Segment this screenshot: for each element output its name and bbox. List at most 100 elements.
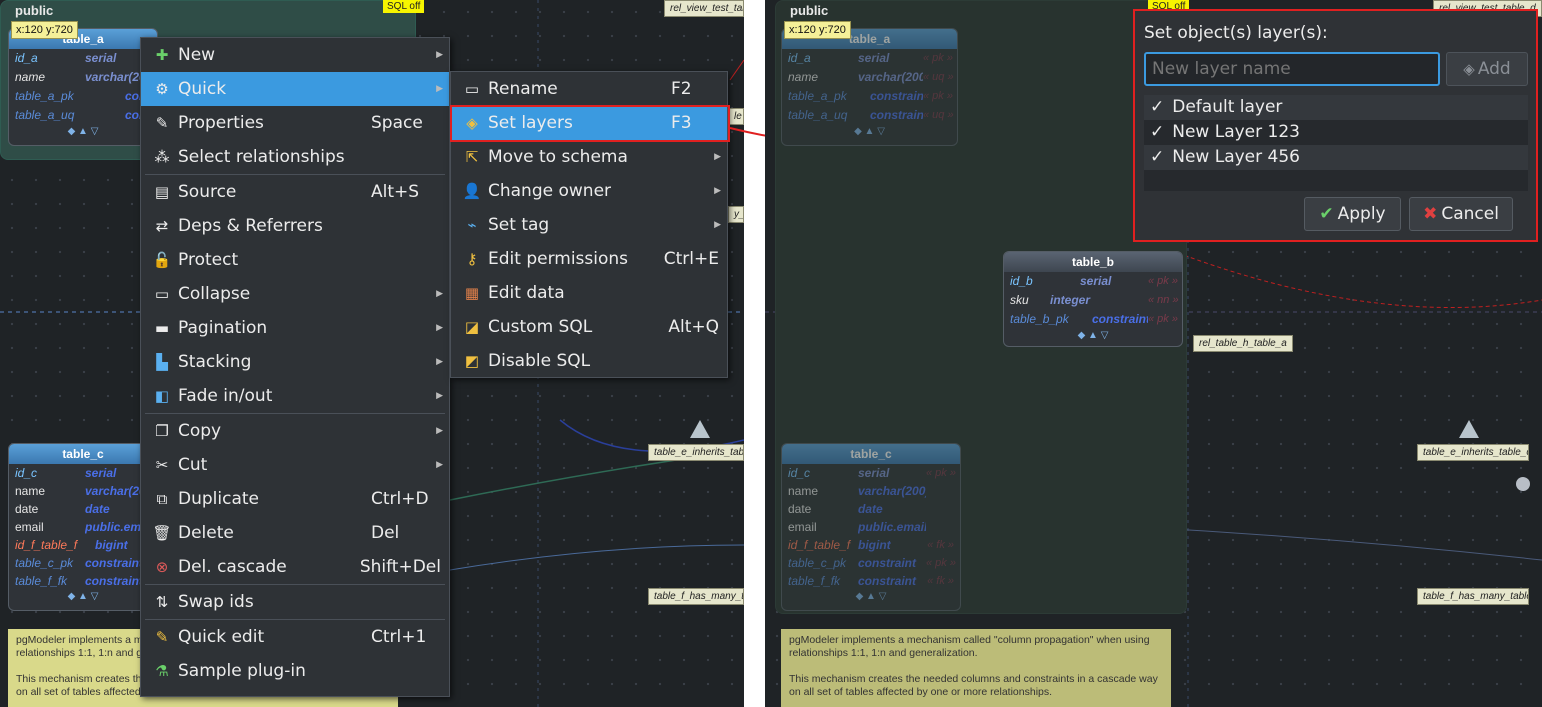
table-row: id_b serial « pk » [1010,274,1178,288]
table-b-header: table_b [1004,252,1182,272]
table-row: sku integer « nn » [1010,293,1179,307]
rel-table-h-table-a-label[interactable]: rel_table_h_table_a [1193,335,1293,352]
table-c-header: table_c [782,444,960,464]
table-row: date date [788,502,883,516]
menu-item-properties[interactable]: ✎ Properties Space [141,106,449,140]
table-row: id_a serial [15,51,117,65]
plugin-icon: ⚗ [155,662,169,680]
table-c-header: table_c [9,444,157,464]
duplicate-icon: ⧉ [156,490,168,508]
menu-item-del-cascade[interactable]: ⊗ Del. cascade Shift+Del [141,550,449,584]
menu-item-disable-sql[interactable]: ◩ Disable SQL [451,344,727,378]
cancel-button[interactable]: ✖ Cancel [1409,197,1513,231]
table-a-box[interactable]: table_a id_a serial « pk » name varchar(200… [781,28,958,146]
table-c-pagination-controls[interactable]: ◆ ▲ ▽ [9,590,157,606]
table-row: table_a_pk constraint « pk » [788,89,953,103]
menu-item-sample-plugin[interactable]: ⚗ Sample plug-in [141,654,449,688]
checkbox-checked-icon[interactable]: ✓ [1150,145,1164,170]
select-relationships-icon: ⁂ [154,148,170,166]
rel-view-test-table-label[interactable]: rel_view_test_table_d [664,0,744,17]
table-row: table_a_pkconstraint [15,89,157,103]
menu-item-source[interactable]: ▤ Source Alt+S [141,175,449,209]
inheritance-arrow-icon [1459,420,1479,438]
table-a-pagination-controls[interactable]: ◆ ▲ ▽ [782,125,957,141]
disable-sql-icon: ◩ [464,352,480,370]
menu-item-custom-sql[interactable]: ◪ Custom SQL Alt+Q [451,310,727,344]
layer-item-default[interactable]: ✓ Default layer [1144,95,1528,120]
menu-item-fade[interactable]: ◧ Fade in/out ▶ [141,379,449,413]
textbox-note[interactable]: pgModeler implements a mechanism called … [781,629,1171,707]
checkbox-checked-icon[interactable]: ✓ [1150,120,1164,145]
table-row: email public.email [15,520,155,534]
menu-item-quick[interactable]: ⚙ Quick ▶ [141,72,449,106]
table-row: name varchar(200) [15,484,157,498]
layers-list: ✓ Default layer ✓ New Layer 123 ✓ New Layer… [1144,95,1528,191]
checkbox-checked-icon[interactable]: ✓ [1150,95,1164,120]
set-layers-highlight-box [450,105,730,142]
table-f-has-many-label[interactable]: table_f_has_many_table_c [648,588,744,605]
menu-item-collapse[interactable]: ▭ Collapse ▶ [141,277,449,311]
apply-button[interactable]: ✔ Apply [1304,197,1401,231]
table-row: id_a serial « pk » [788,51,953,65]
submenu-arrow-icon: ▶ [436,84,443,94]
source-icon: ▤ [154,183,170,201]
add-layer-button[interactable]: ◈ Add [1446,52,1528,86]
table-f-has-many-label[interactable]: table_f_has_many_table_c [1417,588,1529,605]
right-canvas-panel[interactable]: public SQL off rel_view_test_table_d tab… [765,0,1542,707]
menu-item-copy[interactable]: ❐ Copy ▶ [141,414,449,448]
menu-item-deps-referrers[interactable]: ⇄ Deps & Referrers [141,209,449,243]
table-b-pagination-controls[interactable]: ◆ ▲ ▽ [1004,329,1182,345]
table-row: name varchar(200) [788,484,926,498]
left-canvas-panel[interactable]: public SQL off table_a id_a serial name va… [0,0,744,707]
menu-item-stacking[interactable]: ▙ Stacking ▶ [141,345,449,379]
table-e-inherits-label[interactable]: table_e_inherits_table_c [1417,444,1529,461]
menu-item-protect[interactable]: 🔓 Protect [141,243,449,277]
rel-table-h-table-a-label-partial[interactable]: le [728,108,744,125]
table-row: table_c_pk constraint [15,556,144,570]
table-a-pagination-controls[interactable]: ◆ ▲ ▽ [9,125,157,141]
table-c-pagination-controls[interactable]: ◆ ▲ ▽ [782,590,960,606]
schema-title: public [15,3,54,18]
inheritance-arrow-icon [690,420,710,438]
layer-item-456[interactable]: ✓ New Layer 456 [1144,145,1528,170]
layer-item-123[interactable]: ✓ New Layer 123 [1144,120,1528,145]
edit-data-icon: ▦ [464,284,480,302]
table-row: id_c serial [15,466,117,480]
checkmark-icon: ✔ [1319,204,1334,224]
submenu-arrow-icon: ▶ [436,50,443,60]
table-c-box[interactable]: table_c id_c serial name varchar(200) date… [8,443,158,611]
menu-item-new[interactable]: ✚ New ▶ [141,38,449,72]
fade-icon: ◧ [154,387,170,405]
menu-item-edit-permissions[interactable]: ⚷ Edit permissions Ctrl+E [451,242,727,276]
new-layer-name-input[interactable] [1144,52,1440,86]
menu-item-swap-ids[interactable]: ⇅ Swap ids [141,585,449,619]
submenu-arrow-icon: ▶ [436,426,443,436]
menu-item-select-relationships[interactable]: ⁂ Select relationships [141,140,449,174]
table-row: table_b_pk constraint « pk » [1010,312,1178,326]
menu-item-delete[interactable]: 🗑 Delete Del [141,516,449,550]
menu-item-set-tag[interactable]: ⌁ Set tag ▶ [451,208,727,242]
menu-item-rename[interactable]: ▭ Rename F2 [451,72,727,106]
table-e-inherits-label[interactable]: table_e_inherits_table_c [648,444,744,461]
sql-off-badge: SQL off [383,0,425,13]
add-layer-icon: ◈ [1463,60,1475,78]
table-a-box[interactable]: table_a id_a serial name varchar(200) tabl… [8,28,158,146]
menu-item-duplicate[interactable]: ⧉ Duplicate Ctrl+D [141,482,449,516]
table-row: table_a_uqconstraint [15,108,157,122]
table-c-box[interactable]: table_c id_c serial « pk » name varchar(200… [781,443,961,611]
submenu-arrow-icon: ▶ [714,220,721,230]
menu-item-quick-edit[interactable]: ✎ Quick edit Ctrl+1 [141,620,449,654]
menu-item-edit-data[interactable]: ▦ Edit data [451,276,727,310]
menu-item-pagination[interactable]: ▬ Pagination ▶ [141,311,449,345]
menu-item-change-owner[interactable]: 👤 Change owner ▶ [451,174,727,208]
menu-item-cut[interactable]: ✂ Cut ▶ [141,448,449,482]
table-row: table_c_pk constraint « pk » [788,556,956,570]
set-layers-dialog: Set object(s) layer(s): ◈ Add ✓Default l… [1133,9,1538,242]
table-b-box[interactable]: table_b id_b serial « pk » sku integer « nn … [1003,251,1183,347]
rename-icon: ▭ [464,80,480,98]
menu-item-move-to-schema[interactable]: ⇱ Move to schema ▶ [451,140,727,174]
table-row: table_f_fk constraint [15,574,144,588]
swap-ids-icon: ⇅ [155,593,169,611]
submenu-arrow-icon: ▶ [436,460,443,470]
rel-label-partial[interactable]: y_ta [728,206,744,223]
